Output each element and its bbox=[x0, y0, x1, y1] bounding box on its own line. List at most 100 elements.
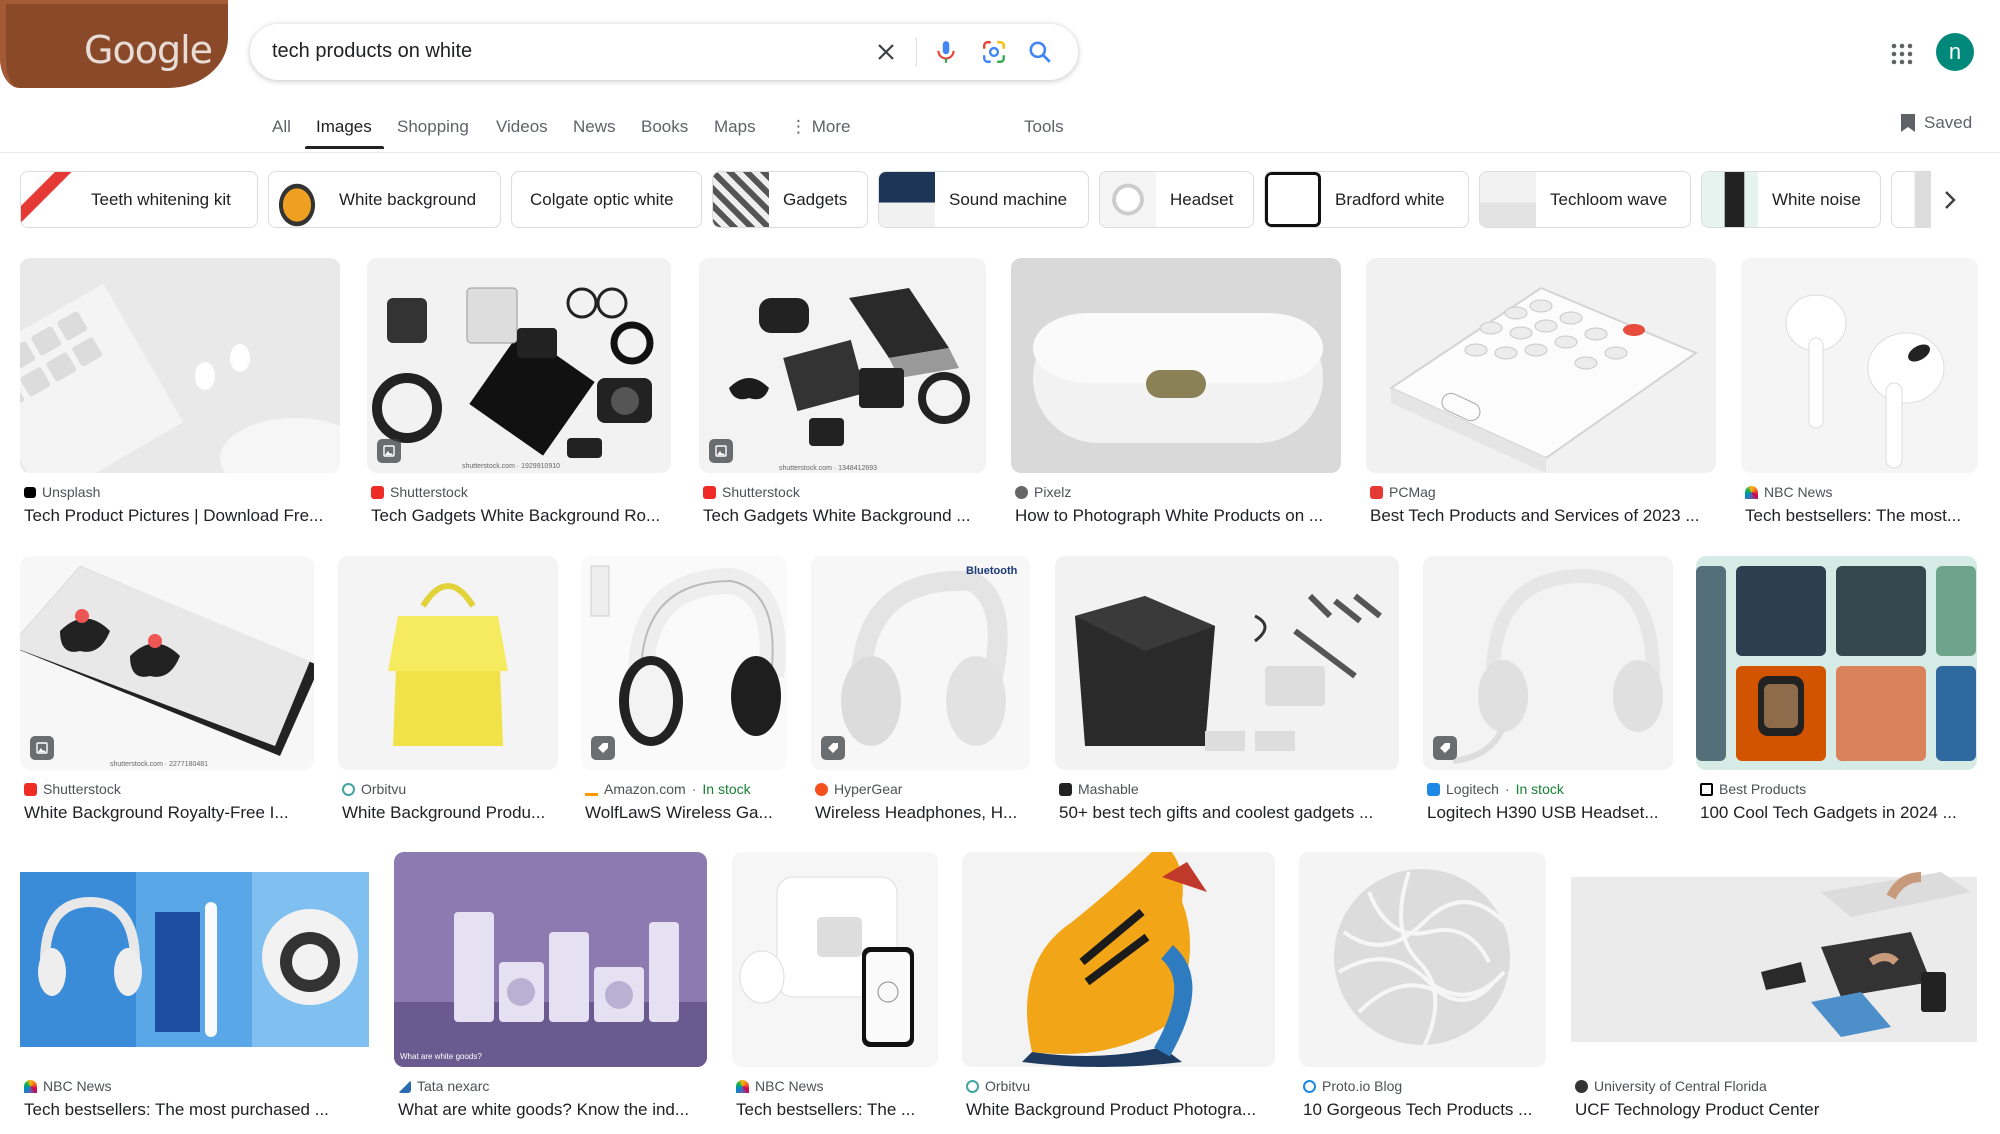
result-image[interactable]: shutterstock.com · 1348412693 bbox=[699, 258, 986, 473]
search-icon[interactable] bbox=[1022, 34, 1058, 70]
tab-books[interactable]: Books bbox=[641, 117, 688, 137]
result-image[interactable] bbox=[338, 556, 558, 770]
source-name: Mashable bbox=[1078, 781, 1139, 797]
source-name: Orbitvu bbox=[985, 1078, 1031, 1094]
chip-teeth-whitening-kit[interactable]: Teeth whitening kit bbox=[20, 171, 258, 228]
result-image[interactable] bbox=[20, 852, 369, 1067]
result-title[interactable]: Wireless Headphones, H... bbox=[815, 803, 1030, 823]
tab-news[interactable]: News bbox=[573, 117, 616, 137]
result-image[interactable] bbox=[1571, 852, 1977, 1067]
result-image[interactable] bbox=[1055, 556, 1399, 770]
result-image[interactable] bbox=[1741, 258, 1978, 473]
result-title[interactable]: 50+ best tech gifts and coolest gadgets … bbox=[1059, 803, 1399, 823]
source-name: PCMag bbox=[1389, 484, 1436, 500]
result-source: Best Products bbox=[1700, 781, 1806, 797]
tab-more-label: More bbox=[811, 117, 851, 136]
chip-label: Teeth whitening kit bbox=[91, 189, 231, 209]
tab-images[interactable]: Images bbox=[316, 117, 372, 137]
tab-maps[interactable]: Maps bbox=[714, 117, 756, 137]
google-lens-icon[interactable] bbox=[976, 34, 1012, 70]
chip-label: Bradford white bbox=[1335, 189, 1445, 209]
tab-all[interactable]: All bbox=[272, 117, 291, 137]
result-image[interactable]: Bluetooth bbox=[811, 556, 1030, 770]
saved-link[interactable]: Saved bbox=[1900, 113, 1972, 133]
chip-sound-machine[interactable]: Sound machine bbox=[878, 171, 1089, 228]
result-title[interactable]: Tech Product Pictures | Download Fre... bbox=[24, 506, 340, 526]
chip-headset[interactable]: Headset bbox=[1099, 171, 1254, 228]
result-source: Pixelz bbox=[1015, 484, 1071, 500]
result-title[interactable]: Tech bestsellers: The most purchased ... bbox=[24, 1100, 369, 1120]
chip-white-background[interactable]: White background bbox=[268, 171, 501, 228]
result-title[interactable]: Tech Gadgets White Background Ro... bbox=[371, 506, 671, 526]
chip-colgate-optic-white[interactable]: Colgate optic white bbox=[511, 171, 702, 228]
result-source: Tata nexarc bbox=[398, 1078, 489, 1094]
orbitvu-icon bbox=[966, 1079, 979, 1093]
search-box[interactable]: tech products on white bbox=[250, 24, 1078, 80]
image-badge-icon bbox=[30, 736, 54, 760]
pcmag-icon bbox=[1370, 485, 1383, 499]
result-image[interactable] bbox=[20, 258, 340, 473]
result-source: PCMag bbox=[1370, 484, 1436, 500]
result-title[interactable]: WolfLawS Wireless Ga... bbox=[585, 803, 787, 823]
result-image[interactable]: What are white goods? bbox=[394, 852, 707, 1067]
source-name: Pixelz bbox=[1034, 484, 1072, 500]
result-source: Orbitvu bbox=[342, 781, 406, 797]
result-image[interactable] bbox=[1299, 852, 1546, 1067]
separator-dot: · bbox=[691, 781, 697, 797]
result-title[interactable]: How to Photograph White Products on ... bbox=[1015, 506, 1341, 526]
clear-icon[interactable] bbox=[868, 34, 904, 70]
account-avatar[interactable]: n bbox=[1936, 33, 1974, 71]
source-name: Unsplash bbox=[42, 484, 101, 500]
result-source: Proto.io Blog bbox=[1303, 1078, 1402, 1094]
chip-gadgets[interactable]: Gadgets bbox=[712, 171, 868, 228]
nbc-peacock-icon bbox=[1745, 485, 1758, 499]
result-title[interactable]: White Background Product Photogra... bbox=[966, 1100, 1275, 1120]
result-title[interactable]: White Background Royalty-Free I... bbox=[24, 803, 314, 823]
source-name: Shutterstock bbox=[43, 781, 121, 797]
source-name: Shutterstock bbox=[722, 484, 800, 500]
result-title[interactable]: UCF Technology Product Center bbox=[1575, 1100, 1977, 1120]
result-title[interactable]: 10 Gorgeous Tech Products ... bbox=[1303, 1100, 1546, 1120]
google-apps-icon[interactable] bbox=[1884, 36, 1920, 72]
microphone-icon[interactable] bbox=[928, 34, 964, 70]
bluetooth-label: Bluetooth bbox=[966, 565, 1018, 577]
chip-white-noise[interactable]: White noise bbox=[1701, 171, 1881, 228]
source-name: Shutterstock bbox=[390, 484, 468, 500]
search-input[interactable]: tech products on white bbox=[272, 40, 472, 63]
result-title[interactable]: Best Tech Products and Services of 2023 … bbox=[1370, 506, 1716, 526]
chip-label: Sound machine bbox=[949, 189, 1068, 209]
chip-partial[interactable] bbox=[1891, 171, 1931, 228]
result-source: Mashable bbox=[1059, 781, 1139, 797]
result-image[interactable] bbox=[732, 852, 938, 1067]
result-title[interactable]: Tech bestsellers: The most... bbox=[1745, 506, 1978, 526]
watermark-text: shutterstock.com · 2277180481 bbox=[110, 761, 208, 768]
chip-thumbnail bbox=[1100, 172, 1156, 227]
result-title[interactable]: White Background Produ... bbox=[342, 803, 558, 823]
result-image[interactable] bbox=[581, 556, 787, 770]
result-image[interactable] bbox=[962, 852, 1275, 1067]
chip-thumbnail bbox=[713, 172, 769, 227]
tab-tools[interactable]: Tools bbox=[1024, 117, 1064, 137]
shutterstock-icon bbox=[703, 485, 716, 499]
source-name: Orbitvu bbox=[361, 781, 407, 797]
chip-thumbnail bbox=[269, 172, 325, 227]
chip-bradford-white[interactable]: Bradford white bbox=[1264, 171, 1469, 228]
tab-videos[interactable]: Videos bbox=[496, 117, 548, 137]
chip-techloom-wave[interactable]: Techloom wave bbox=[1479, 171, 1691, 228]
result-title[interactable]: Logitech H390 USB Headset... bbox=[1427, 803, 1673, 823]
tab-shopping[interactable]: Shopping bbox=[397, 117, 469, 137]
result-title[interactable]: What are white goods? Know the ind... bbox=[398, 1100, 707, 1120]
result-image[interactable] bbox=[1011, 258, 1341, 473]
result-title[interactable]: Tech Gadgets White Background ... bbox=[703, 506, 986, 526]
chevron-right-icon[interactable] bbox=[1930, 180, 1970, 220]
tab-more[interactable]: ⋮ More bbox=[790, 117, 850, 137]
result-title[interactable]: 100 Cool Tech Gadgets in 2024 ... bbox=[1700, 803, 1977, 823]
result-image[interactable] bbox=[1423, 556, 1673, 770]
chip-thumbnail bbox=[1480, 172, 1536, 227]
result-source: Shutterstock bbox=[371, 484, 468, 500]
result-image[interactable] bbox=[1366, 258, 1716, 473]
result-image[interactable]: shutterstock.com · 2277180481 bbox=[20, 556, 314, 770]
result-title[interactable]: Tech bestsellers: The ... bbox=[736, 1100, 938, 1120]
result-image[interactable] bbox=[1696, 556, 1977, 770]
result-image[interactable]: shutterstock.com · 1929910910 bbox=[367, 258, 671, 473]
